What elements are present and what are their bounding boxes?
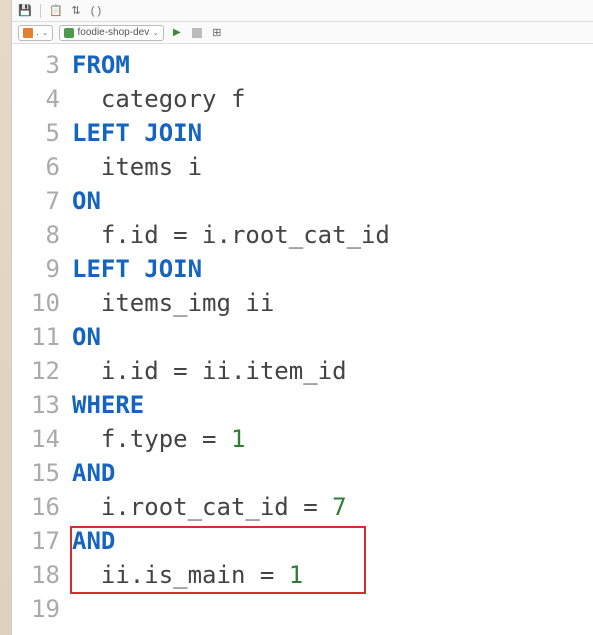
line-number: 16 — [12, 490, 60, 524]
sql-keyword: ON — [72, 187, 101, 215]
code-line[interactable] — [70, 592, 593, 626]
code-line[interactable]: ON — [70, 184, 593, 218]
code-line[interactable]: i.id = ii.item_id — [70, 354, 593, 388]
line-number: 8 — [12, 218, 60, 252]
sql-text: ii.is_main = — [72, 561, 289, 589]
code-line[interactable]: f.type = 1 — [70, 422, 593, 456]
line-number: 18 — [12, 558, 60, 592]
sql-keyword: LEFT JOIN — [72, 119, 202, 147]
database-label: foodie-shop-dev — [77, 27, 149, 38]
run-button[interactable]: ▶ — [170, 26, 184, 40]
schema-icon — [23, 28, 33, 38]
copy-icon[interactable]: 📋 — [49, 4, 63, 18]
save-icon[interactable]: 💾 — [18, 4, 32, 18]
line-number: 4 — [12, 82, 60, 116]
code-line[interactable]: FROM — [70, 48, 593, 82]
line-number: 19 — [12, 592, 60, 626]
sql-text: i.id = ii.item_id — [72, 357, 347, 385]
code-line[interactable]: f.id = i.root_cat_id — [70, 218, 593, 252]
database-icon — [64, 28, 74, 38]
sql-text: items_img ii — [72, 289, 274, 317]
code-line[interactable]: WHERE — [70, 388, 593, 422]
code-area[interactable]: FROM category f LEFT JOIN items i ON f.id … — [70, 48, 593, 635]
line-number-gutter: 345678910111213141516171819 — [12, 48, 70, 635]
sql-number: 1 — [289, 561, 303, 589]
code-line[interactable]: LEFT JOIN — [70, 116, 593, 150]
line-number: 15 — [12, 456, 60, 490]
database-dropdown[interactable]: foodie-shop-dev ⌄ — [59, 25, 163, 41]
stop-icon — [192, 28, 202, 38]
line-number: 6 — [12, 150, 60, 184]
structure-icon[interactable]: ⇅ — [69, 4, 83, 18]
code-line[interactable]: LEFT JOIN — [70, 252, 593, 286]
line-number: 17 — [12, 524, 60, 558]
code-line[interactable]: AND — [70, 524, 593, 558]
left-margin-strip — [0, 0, 12, 635]
line-number: 9 — [12, 252, 60, 286]
sql-text: i.root_cat_id = — [72, 493, 332, 521]
code-line[interactable]: ii.is_main = 1 — [70, 558, 593, 592]
code-line[interactable]: items i — [70, 150, 593, 184]
sql-keyword: AND — [72, 459, 115, 487]
code-line[interactable]: category f — [70, 82, 593, 116]
sql-text: category f — [72, 85, 245, 113]
schema-dropdown[interactable]: . ⌄ — [18, 25, 53, 41]
toolbar-separator — [40, 4, 41, 18]
sql-text: items i — [72, 153, 202, 181]
code-line[interactable]: items_img ii — [70, 286, 593, 320]
toolbar-secondary: . ⌄ foodie-shop-dev ⌄ ▶ ⊞ — [12, 22, 593, 44]
code-line[interactable]: AND — [70, 456, 593, 490]
main-panel: 💾 📋 ⇅ ( ) . ⌄ foodie-shop-dev ⌄ ▶ ⊞ 3456… — [12, 0, 593, 635]
sql-editor[interactable]: 345678910111213141516171819 FROM categor… — [12, 44, 593, 635]
line-number: 12 — [12, 354, 60, 388]
sql-text: f.id = i.root_cat_id — [72, 221, 390, 249]
line-number: 7 — [12, 184, 60, 218]
sql-number: 1 — [231, 425, 245, 453]
paren-icon[interactable]: ( ) — [89, 4, 103, 18]
toolbar-primary: 💾 📋 ⇅ ( ) — [12, 0, 593, 22]
stop-button[interactable] — [190, 26, 204, 40]
explain-plan-icon[interactable]: ⊞ — [210, 26, 224, 40]
sql-keyword: ON — [72, 323, 101, 351]
sql-number: 7 — [332, 493, 346, 521]
line-number: 10 — [12, 286, 60, 320]
line-number: 3 — [12, 48, 60, 82]
sql-keyword: AND — [72, 527, 115, 555]
chevron-down-icon: ⌄ — [152, 28, 159, 37]
line-number: 5 — [12, 116, 60, 150]
chevron-down-icon: ⌄ — [42, 28, 49, 37]
code-line[interactable]: i.root_cat_id = 7 — [70, 490, 593, 524]
app-container: 💾 📋 ⇅ ( ) . ⌄ foodie-shop-dev ⌄ ▶ ⊞ 3456… — [0, 0, 593, 635]
sql-keyword: FROM — [72, 51, 130, 79]
sql-keyword: WHERE — [72, 391, 144, 419]
line-number: 13 — [12, 388, 60, 422]
code-line[interactable]: ON — [70, 320, 593, 354]
sql-keyword: LEFT JOIN — [72, 255, 202, 283]
line-number: 14 — [12, 422, 60, 456]
schema-label: . — [36, 27, 39, 38]
line-number: 11 — [12, 320, 60, 354]
sql-text: f.type = — [72, 425, 231, 453]
